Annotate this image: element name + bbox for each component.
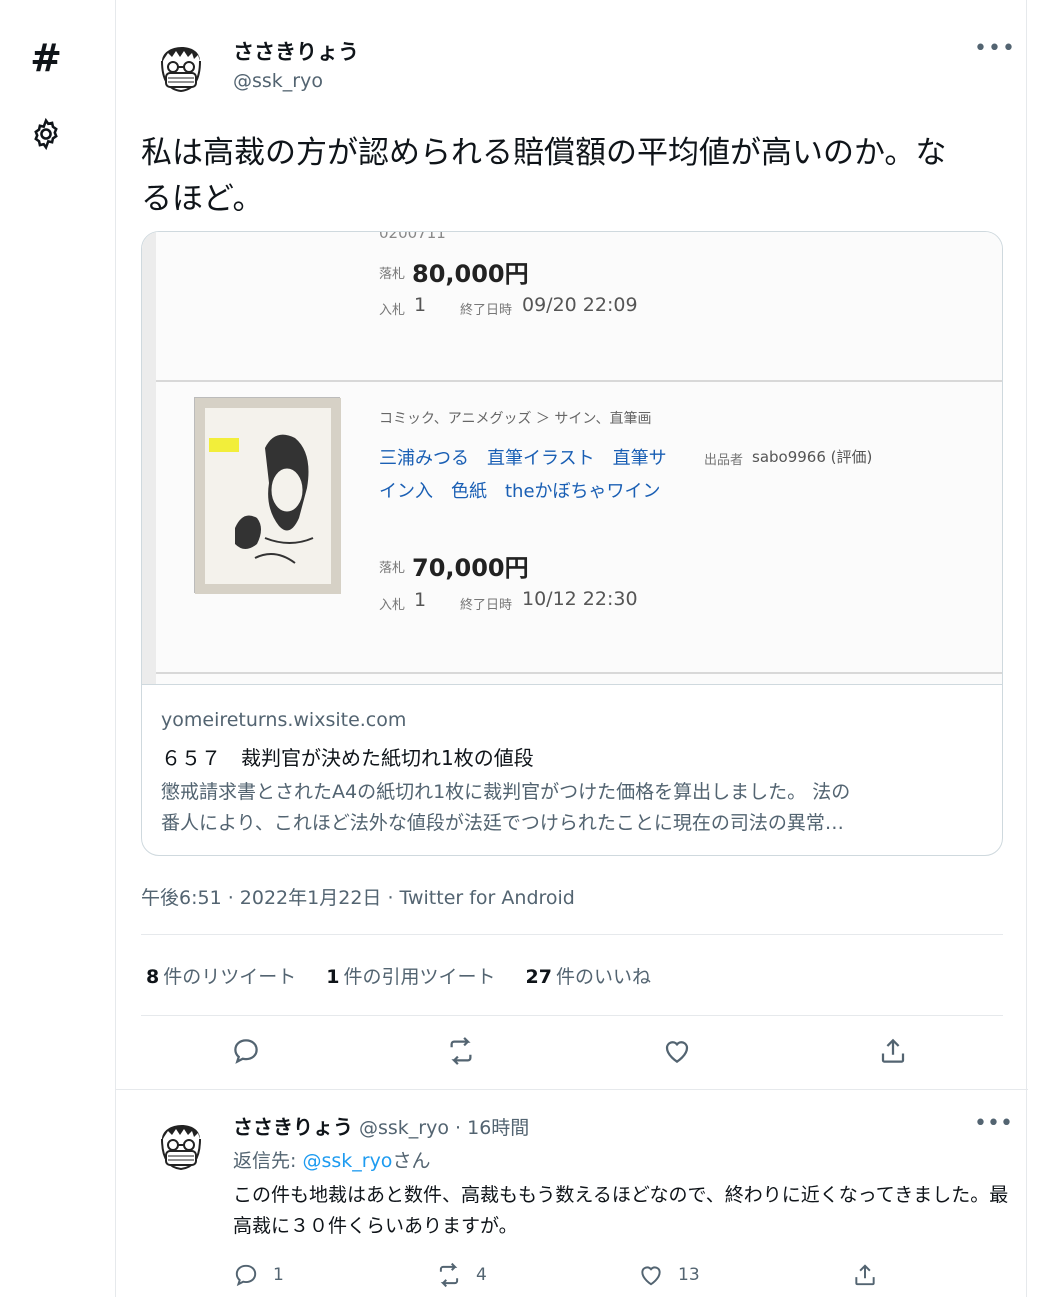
retweet-icon xyxy=(439,1262,459,1288)
image-left-strip xyxy=(142,232,156,684)
retweet-icon[interactable] xyxy=(446,1036,482,1072)
item1-price: 80,000円 xyxy=(412,260,529,288)
reply-text: この件も地裁はあと数件、高裁ももう数えるほどなので、終わりに近くなってきました。… xyxy=(233,1184,1009,1237)
card-description: 懲戒請求書とされたA4の紙切れ1枚に裁判官がつけた価格を算出しました。 法の 番… xyxy=(161,777,989,839)
reply-count: 1 xyxy=(273,1265,284,1285)
card-domain: yomeireturns.wixsite.com xyxy=(161,709,407,731)
reply-to-mention[interactable]: @ssk_ryo xyxy=(302,1150,392,1172)
more-options-icon[interactable]: ••• xyxy=(974,1111,1013,1136)
reply-to-prefix: 返信先: xyxy=(233,1150,303,1172)
tweet-stats: 8 件のリツイート 1 件の引用ツイート 27 件のいいね xyxy=(146,962,651,989)
hash-icon[interactable]: # xyxy=(28,39,64,77)
reply-to: 返信先: @ssk_ryoさん xyxy=(233,1146,430,1173)
reply-retweet-button[interactable]: 4 xyxy=(436,1262,487,1288)
reply-icon xyxy=(235,1264,257,1287)
timeline-column: ささきりょう @ssk_ryo ••• 私は高裁の方が認められる賠償額の平均値が… xyxy=(115,0,1028,1297)
cut-off-text: 0200711 xyxy=(379,232,446,242)
display-name[interactable]: ささきりょう xyxy=(233,36,359,66)
reply-share-button[interactable] xyxy=(852,1262,878,1288)
item1-bids-label: 入札 xyxy=(379,303,406,318)
item1-bids: 1 xyxy=(414,294,427,316)
avatar[interactable] xyxy=(148,33,214,99)
item1-end-label: 終了日時 xyxy=(460,303,513,318)
like-icon[interactable] xyxy=(662,1036,698,1072)
reply-display-name[interactable]: ささきりょう xyxy=(233,1115,353,1139)
item2-end-time: 10/12 22:30 xyxy=(522,588,638,610)
reply-handle-time[interactable]: @ssk_ryo · 16時間 xyxy=(359,1117,529,1139)
item2-price: 70,000円 xyxy=(412,554,529,582)
item2-bids-label: 入札 xyxy=(379,598,406,613)
divider xyxy=(141,934,1003,935)
like-icon xyxy=(641,1266,661,1286)
share-icon xyxy=(855,1264,875,1286)
card-description-line: 番人により、これほど法外な値段が法廷でつけられたことに現在の司法の異常… xyxy=(161,812,844,834)
item2-breadcrumb: コミック、アニメグッズ ＞ サイン、直筆画 xyxy=(379,411,652,427)
divider xyxy=(116,1089,1028,1090)
retweets-stat[interactable]: 8 件のリツイート xyxy=(146,962,296,989)
left-nav: # xyxy=(0,0,115,1297)
more-options-icon[interactable]: ••• xyxy=(974,36,1016,61)
reply-to-suffix: さん xyxy=(392,1150,431,1172)
like-count: 13 xyxy=(678,1265,700,1285)
retweet-count: 4 xyxy=(476,1265,487,1285)
divider xyxy=(141,1015,1003,1016)
item2-end-label: 終了日時 xyxy=(460,598,513,613)
quotes-stat[interactable]: 1 件の引用ツイート xyxy=(326,962,495,989)
card-description-line: 懲戒請求書とされたA4の紙切れ1枚に裁判官がつけた価格を算出しました。 法の xyxy=(161,781,851,803)
tweet-timestamp[interactable]: 午後6:51 · 2022年1月22日 · Twitter for Androi… xyxy=(141,883,575,910)
reply-like-button[interactable]: 13 xyxy=(638,1262,700,1288)
likes-stat[interactable]: 27 件のいいね xyxy=(526,962,651,989)
likes-label: 件のいいね xyxy=(555,966,651,988)
separator xyxy=(156,380,1002,382)
item2-seller: sabo9966 (評価) xyxy=(752,448,873,466)
item2-bids: 1 xyxy=(414,589,427,611)
product-photo xyxy=(194,397,341,594)
reply-icon[interactable] xyxy=(231,1036,267,1072)
quotes-count: 1 xyxy=(326,966,340,988)
item1-price-label: 落札 xyxy=(379,267,406,282)
card-info[interactable]: yomeireturns.wixsite.com ６５７ 裁判官が決めた紙切れ1… xyxy=(142,684,1002,855)
item2-seller-label: 出品者 xyxy=(704,453,744,468)
item2-price-label: 落札 xyxy=(379,561,406,576)
link-card[interactable]: 0200711 落札 80,000円 入札 1 終了日時 09/20 22:09 xyxy=(141,231,1003,856)
separator xyxy=(156,672,1002,674)
reply-reply-button[interactable]: 1 xyxy=(233,1262,284,1288)
retweets-count: 8 xyxy=(146,966,160,988)
item1-end-time: 09/20 22:09 xyxy=(522,294,638,316)
share-icon[interactable] xyxy=(878,1036,914,1072)
gear-icon[interactable] xyxy=(28,116,64,152)
card-image[interactable]: 0200711 落札 80,000円 入札 1 終了日時 09/20 22:09 xyxy=(142,232,1002,684)
retweets-label: 件のリツイート xyxy=(163,966,297,988)
user-handle[interactable]: @ssk_ryo xyxy=(233,70,323,92)
quotes-label: 件の引用ツイート xyxy=(343,966,496,988)
avatar[interactable] xyxy=(148,1111,214,1177)
likes-count: 27 xyxy=(525,966,552,988)
card-title: ６５７ 裁判官が決めた紙切れ1枚の値段 xyxy=(161,746,534,770)
tweet-text: 私は高裁の方が認められる賠償額の平均値が高いのか。なるほど。 xyxy=(141,135,947,217)
item2-title: 三浦みつる 直筆イラスト 直筆サイン入 色紙 theかぼちゃワイン xyxy=(379,448,667,502)
reply-header: ささきりょう @ssk_ryo · 16時間 xyxy=(233,1111,529,1140)
